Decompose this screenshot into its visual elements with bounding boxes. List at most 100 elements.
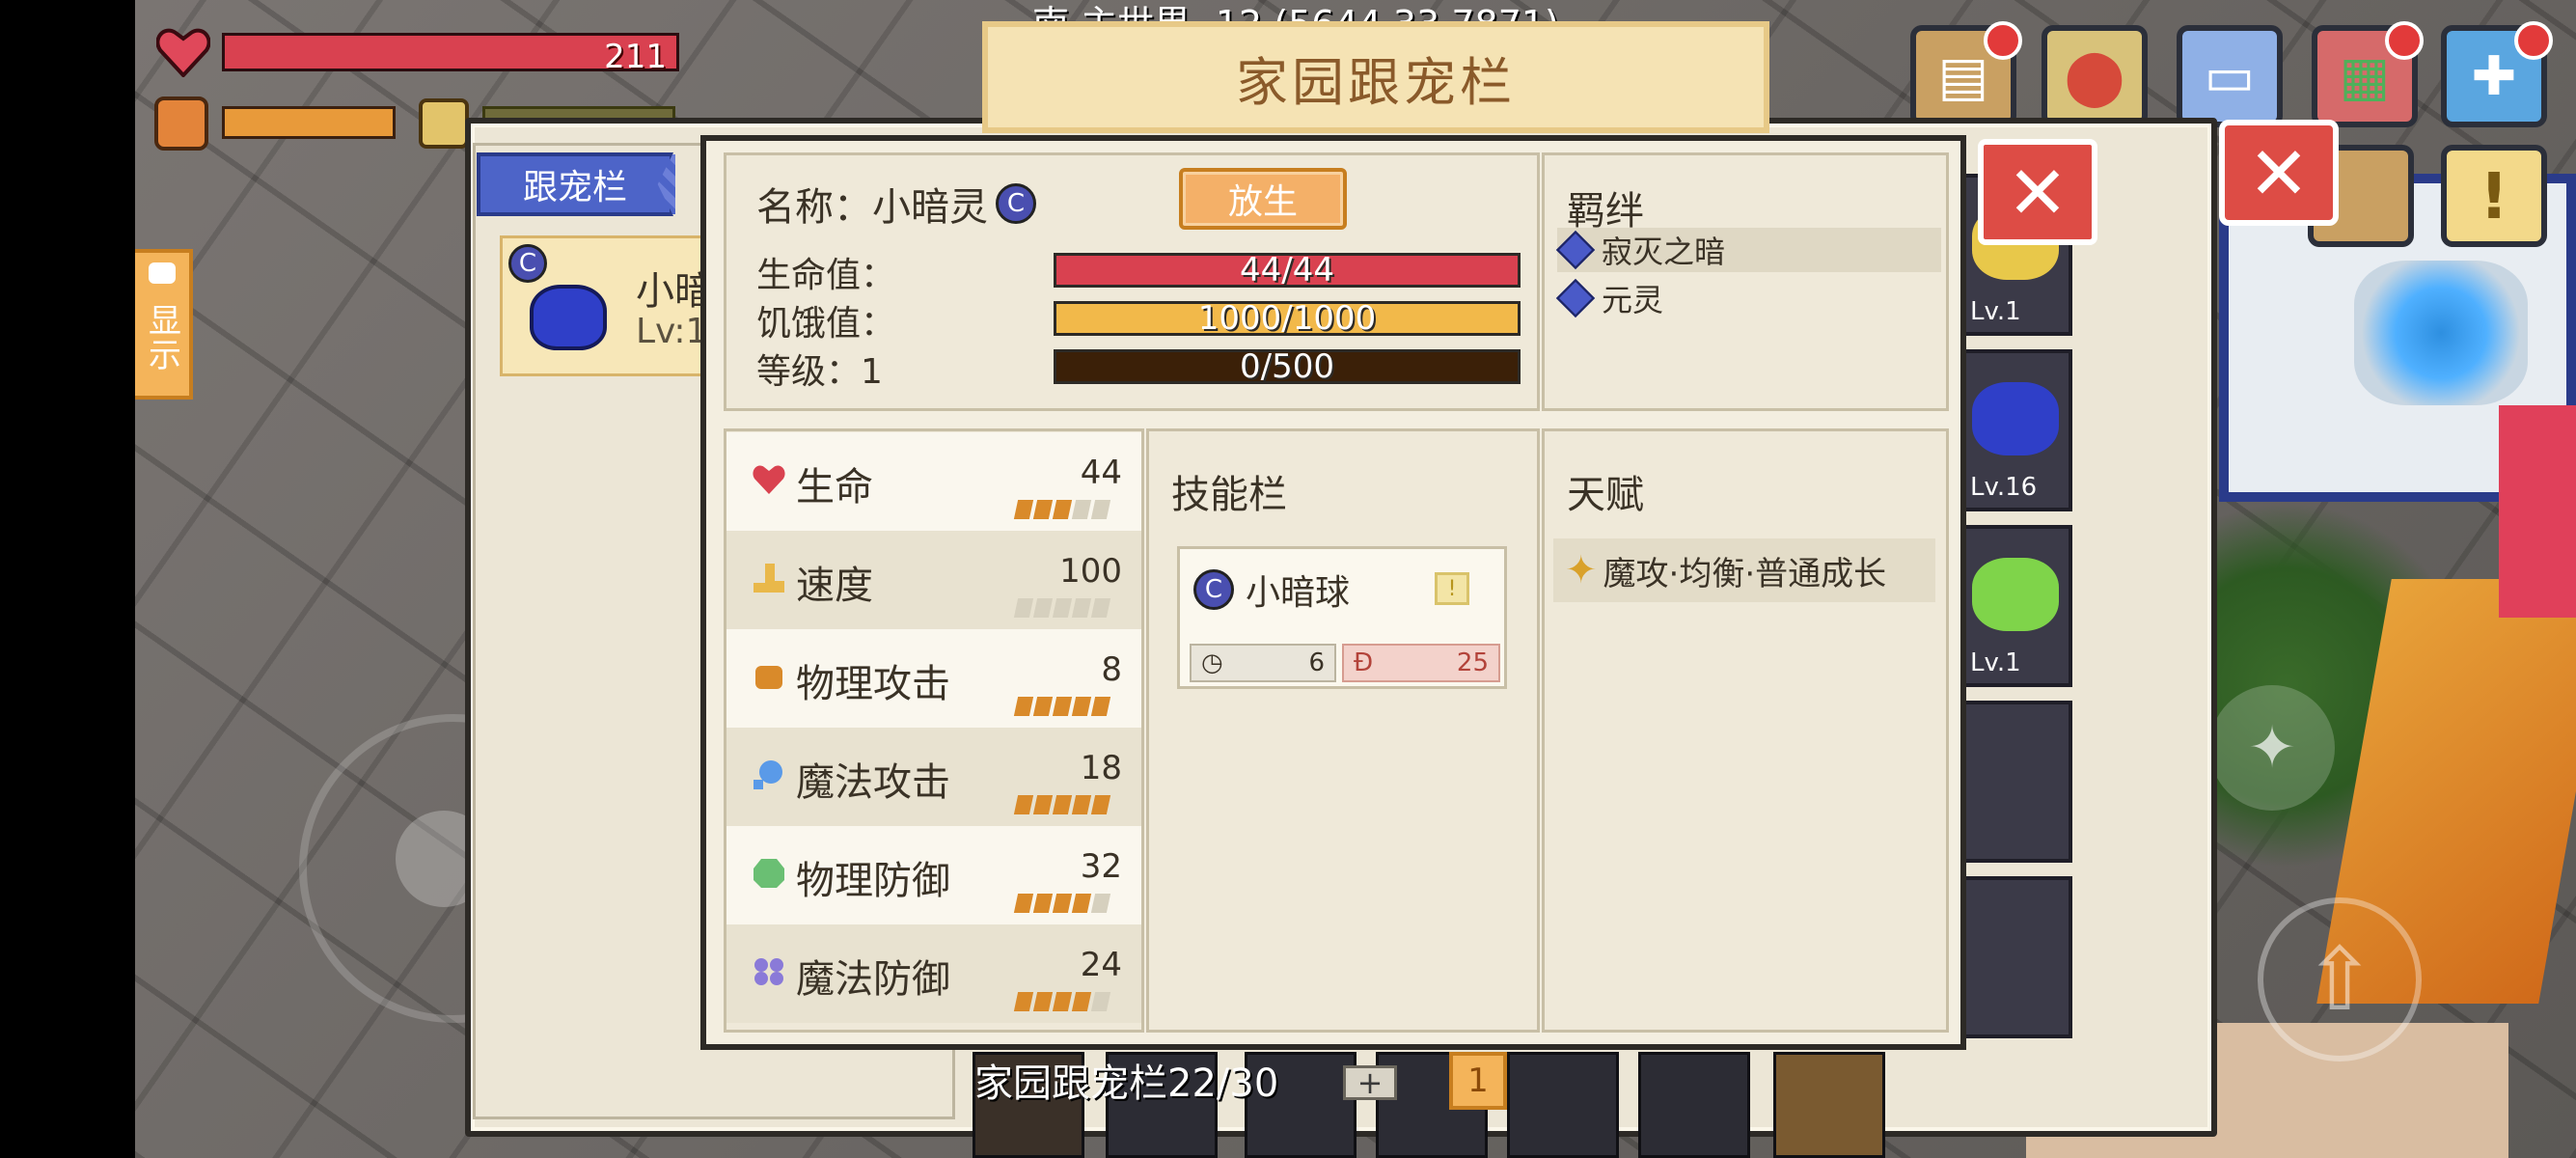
add-slot-button[interactable]: + xyxy=(1343,1064,1397,1101)
attribute-row: 物理攻击 8 xyxy=(726,629,1141,728)
attribute-row: 魔法攻击 18 xyxy=(726,728,1141,826)
pet-health-value: 44/44 xyxy=(1240,251,1334,290)
pet-hunger-bar: 1000/1000 xyxy=(1054,299,1521,338)
map-button[interactable]: ⬤ xyxy=(2042,25,2148,127)
attribute-pip xyxy=(1013,795,1034,814)
skill-cooldown-value: 6 xyxy=(1308,648,1325,677)
plus-icon: ✚ xyxy=(2471,44,2517,108)
add-button[interactable]: ✚ xyxy=(2441,21,2553,127)
home-pet-count: 家园跟宠栏22/30 xyxy=(974,1062,1279,1106)
pet-column-slot[interactable]: Lv.16 xyxy=(1959,349,2072,511)
clipboard-icon: ▤ xyxy=(1937,44,1989,108)
world-flower xyxy=(2499,405,2576,618)
pet-exp-bar: 0/500 xyxy=(1054,347,1521,386)
attribute-pip xyxy=(1090,697,1111,716)
attack-button[interactable]: ✦ xyxy=(2209,685,2335,811)
hotbar-slot[interactable] xyxy=(1507,1052,1619,1158)
chat-bubble-icon xyxy=(149,262,176,284)
attribute-pip xyxy=(1090,598,1111,618)
shop-button[interactable]: ▦ xyxy=(2312,21,2424,127)
attribute-label: 物理防御 xyxy=(796,859,950,903)
attribute-label: 魔法防御 xyxy=(796,957,950,1002)
attribute-pip xyxy=(1052,598,1073,618)
attribute-value: 100 xyxy=(1059,552,1122,591)
pet-list-item[interactable]: C 小暗灵 Lv:1 xyxy=(500,235,731,376)
chat-icon: ▭ xyxy=(2204,44,2256,108)
chat-button[interactable]: ▭ xyxy=(2177,25,2283,127)
pet-sprite xyxy=(1972,558,2059,631)
attribute-pip xyxy=(1032,992,1054,1011)
attribute-pip xyxy=(1032,500,1054,519)
jump-button[interactable]: ⇧ xyxy=(2258,897,2422,1062)
window-title: 家园跟宠栏 xyxy=(982,21,1769,133)
pet-health-bar: 44/44 xyxy=(1054,251,1521,290)
clock-icon: ◷ xyxy=(1201,648,1223,677)
map-pin-icon: ⬤ xyxy=(2064,44,2125,108)
rarity-badge: C xyxy=(508,244,547,283)
pet-column-level: Lv.1 xyxy=(1970,297,2021,326)
attribute-pip xyxy=(1071,795,1092,814)
attribute-label: 生命 xyxy=(796,465,873,510)
boot-icon xyxy=(752,562,786,594)
close-icon: ✕ xyxy=(2007,149,2069,235)
skill-name: 小暗球 xyxy=(1246,573,1351,613)
display-tab-label: 显示 xyxy=(142,303,181,372)
display-tab[interactable]: 显示 xyxy=(135,249,193,400)
attribute-value: 32 xyxy=(1080,847,1122,886)
info-icon[interactable]: ! xyxy=(1435,572,1469,605)
attribute-pip xyxy=(1052,894,1073,913)
attribute-label: 速度 xyxy=(796,564,873,608)
release-button[interactable]: 放生 xyxy=(1179,168,1347,230)
close-menu-button[interactable]: ✕ xyxy=(2219,120,2339,226)
page-badge[interactable]: 1 xyxy=(1449,1052,1507,1110)
close-button[interactable]: ✕ xyxy=(1978,139,2097,245)
shop-icon: ▦ xyxy=(2339,44,2391,108)
attribute-pip xyxy=(1013,894,1034,913)
bond-icon xyxy=(1555,278,1596,318)
attribute-pip xyxy=(1032,598,1054,618)
attribute-value: 24 xyxy=(1080,946,1122,984)
attribute-pip xyxy=(1032,795,1054,814)
hint-button[interactable]: ! xyxy=(2441,145,2547,247)
pet-name: 名称：小暗灵 xyxy=(756,185,988,230)
health-value: 211 xyxy=(604,38,667,76)
bond-item[interactable]: 元灵 xyxy=(1555,276,1941,320)
notification-dot xyxy=(1984,21,2022,60)
hunger-bar xyxy=(222,106,396,139)
attribute-pip xyxy=(1071,697,1092,716)
hotbar-slot[interactable] xyxy=(1638,1052,1750,1158)
pet-column-slot[interactable] xyxy=(1959,876,2072,1038)
talent-item[interactable]: ✦ 魔攻·均衡·普通成长 xyxy=(1553,538,1935,602)
bond-item[interactable]: 寂灭之暗 xyxy=(1555,228,1941,272)
skill-card[interactable]: C 小暗球 ! ◷ 6 Ð 25 xyxy=(1177,546,1507,689)
attribute-pip xyxy=(1052,697,1073,716)
skill-cooldown: ◷ 6 xyxy=(1190,644,1336,682)
pet-column-slot[interactable]: Lv.1 xyxy=(1959,525,2072,687)
skill-cost: Ð 25 xyxy=(1342,644,1500,682)
fist-icon xyxy=(752,660,786,693)
attribute-value: 8 xyxy=(1101,650,1122,689)
attribute-growth xyxy=(1013,598,1111,618)
attribute-pip xyxy=(1071,894,1092,913)
attribute-value: 44 xyxy=(1080,454,1122,492)
quest-button[interactable]: ▤ xyxy=(1910,21,2022,127)
attribute-pip xyxy=(1052,992,1073,1011)
skill-badge: C xyxy=(1193,569,1234,610)
pet-column-slot[interactable] xyxy=(1959,701,2072,863)
exclamation-icon: ! xyxy=(2479,158,2509,234)
tab-follow-pets[interactable]: 跟宠栏 xyxy=(477,152,673,216)
sparkle-icon: ✦ xyxy=(1565,548,1598,593)
attribute-pip xyxy=(1032,697,1054,716)
hotbar-slot[interactable] xyxy=(1773,1052,1885,1158)
pet-exp-value: 0/500 xyxy=(1240,347,1334,386)
skill-name-row: C 小暗球 xyxy=(1193,565,1350,615)
heart-icon xyxy=(156,28,210,77)
level-label: 等级：1 xyxy=(756,352,883,392)
pet-sprite xyxy=(530,285,607,350)
attribute-pip xyxy=(1071,500,1092,519)
hunger-icon xyxy=(154,96,208,151)
bond-item-label: 寂灭之暗 xyxy=(1602,234,1726,270)
attribute-growth xyxy=(1013,697,1111,716)
skill-cost-value: 25 xyxy=(1456,648,1489,677)
pet-hunger-value: 1000/1000 xyxy=(1197,299,1377,338)
